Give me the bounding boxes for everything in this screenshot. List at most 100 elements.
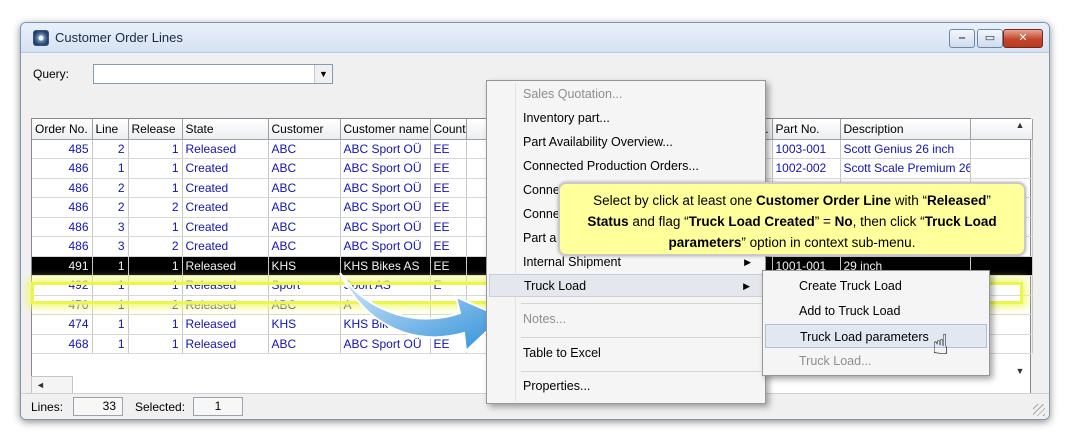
menu-item-label: Conne	[523, 207, 560, 221]
cell-country: EE	[430, 178, 467, 198]
cell-order-no: 486	[32, 217, 93, 237]
cell-line: 1	[92, 275, 129, 296]
cell-line: 2	[92, 178, 129, 198]
cell-order-no: 468	[32, 334, 93, 354]
callout-text: with “	[891, 193, 928, 208]
column-header-customer[interactable]: Customer	[268, 119, 341, 140]
submenu-item-add-to-truck-load[interactable]: Add to Truck Load	[765, 299, 987, 323]
cell-line: 3	[92, 236, 129, 257]
cell-state: Released	[182, 295, 269, 315]
cell-release: 1	[128, 217, 183, 237]
cell-order-no: 492	[32, 275, 93, 296]
callout-text: ” option in context sub-menu.	[741, 235, 916, 250]
callout-bold: Released	[927, 193, 987, 208]
menu-item-label: Conne	[523, 183, 560, 197]
submenu-item-label: Add to Truck Load	[799, 304, 901, 318]
cell-release: 2	[128, 197, 183, 218]
query-dropdown[interactable]: ▼	[93, 64, 333, 84]
cell-customer: ABC	[268, 197, 341, 218]
cell-release: 1	[128, 256, 183, 276]
cell-state: Released	[182, 334, 269, 354]
menu-item-connected-production-orders[interactable]: Connected Production Orders...	[489, 155, 763, 178]
menu-item-label: Internal Shipment	[523, 255, 621, 269]
cell-customer: ABC	[268, 139, 341, 159]
chevron-down-icon[interactable]: ▼	[314, 65, 332, 83]
menu-item-label: Properties...	[523, 379, 591, 393]
column-header-customer-name[interactable]: Customer name	[340, 119, 431, 140]
menu-item-properties[interactable]: Properties...	[489, 375, 763, 398]
column-header-order-no[interactable]: Order No.	[32, 119, 93, 140]
column-header-state[interactable]: State	[182, 119, 269, 140]
menu-item-truck-load[interactable]: Truck Load ▶	[489, 274, 763, 297]
cell-order-no: 485	[32, 139, 93, 159]
cell-release: 2	[128, 295, 183, 315]
cell-order-no: 486	[32, 158, 93, 179]
cell-description: Scott Scale Premium 26 inc	[840, 158, 971, 179]
submenu-item-label: Create Truck Load	[799, 279, 902, 293]
menu-item-notes[interactable]: Notes...	[489, 308, 763, 331]
submenu-item-truck-load-parameters[interactable]: Truck Load parameters	[765, 324, 987, 348]
scroll-up-arrow[interactable]: ▲	[1011, 120, 1029, 138]
menu-item-label: Notes...	[523, 312, 567, 326]
column-header-line[interactable]: Line	[92, 119, 129, 140]
callout-bold: Truck Load Created	[688, 214, 815, 229]
column-header-country[interactable]: Count	[430, 119, 467, 140]
cell-release: 1	[128, 139, 183, 159]
menu-item-table-to-excel[interactable]: Table to Excel	[489, 342, 763, 365]
cell-country: EE	[430, 197, 467, 218]
cell-state: Released	[182, 256, 269, 276]
submenu-item-label: Truck Load parameters	[800, 330, 929, 344]
menu-item-inventory-part[interactable]: Inventory part...	[489, 107, 763, 130]
cell-state: Created	[182, 217, 269, 237]
callout-text: and flag “	[628, 214, 689, 229]
cell-order-no: 486	[32, 197, 93, 218]
truck-load-submenu: Create Truck Load Add to Truck Load Truc…	[762, 270, 990, 376]
cell-state: Released	[182, 139, 269, 159]
window-title: Customer Order Lines	[55, 30, 183, 45]
callout-bold: Status	[587, 214, 629, 229]
cell-part-no: 1002-002	[772, 158, 841, 179]
cell-country: EE	[430, 158, 467, 179]
column-header-release[interactable]: Release	[128, 119, 183, 140]
menu-item-part-availability[interactable]: Part Availability Overview...	[489, 131, 763, 154]
cell-line: 3	[92, 217, 129, 237]
cell-customer-name: ABC Sport OÜ	[340, 139, 431, 159]
close-button[interactable]: ✕	[1003, 29, 1043, 48]
menu-separator	[521, 303, 761, 304]
scroll-down-arrow[interactable]: ▼	[1011, 366, 1029, 384]
query-label: Query:	[33, 67, 70, 81]
column-header-description[interactable]: Description	[840, 119, 971, 140]
callout-text: ” =	[814, 214, 835, 229]
cell-customer-name: ABC Sport OÜ	[340, 197, 431, 218]
resize-grip-icon[interactable]	[1033, 404, 1045, 416]
submenu-item-truck-load[interactable]: Truck Load...	[765, 349, 987, 373]
cell-state: Created	[182, 197, 269, 218]
cell-line: 1	[92, 295, 129, 315]
callout-text: Select by click at least one	[593, 193, 756, 208]
lines-count: 33	[73, 397, 123, 416]
callout-bold: Customer Order Line	[756, 193, 892, 208]
cell-release: 1	[128, 334, 183, 354]
cell-line: 1	[92, 314, 129, 335]
app-icon	[33, 30, 49, 46]
cell-release: 1	[128, 158, 183, 179]
menu-separator	[521, 371, 761, 372]
column-header-part-no[interactable]: Part No.	[772, 119, 841, 140]
cell-state: Created	[182, 236, 269, 257]
menu-item-sales-quotation[interactable]: Sales Quotation...	[489, 83, 763, 106]
cell-order-no: 486	[32, 236, 93, 257]
menu-item-label: Part Availability Overview...	[523, 135, 673, 149]
maximize-button[interactable]: ▭	[977, 29, 1003, 48]
cell-state: Created	[182, 178, 269, 198]
minimize-button[interactable]: ‒	[949, 29, 975, 48]
title-bar[interactable]: Customer Order Lines ‒ ▭ ✕	[21, 23, 1049, 53]
cell-release: 1	[128, 314, 183, 335]
cell-customer: ABC	[268, 158, 341, 179]
submenu-item-create-truck-load[interactable]: Create Truck Load	[765, 274, 987, 298]
cell-release: 1	[128, 178, 183, 198]
cell-line: 1	[92, 256, 129, 276]
cell-line: 1	[92, 334, 129, 354]
cell-line: 2	[92, 139, 129, 159]
cell-customer-name: ABC Sport OÜ	[340, 236, 431, 257]
scroll-left-arrow[interactable]: ◄	[31, 376, 73, 394]
